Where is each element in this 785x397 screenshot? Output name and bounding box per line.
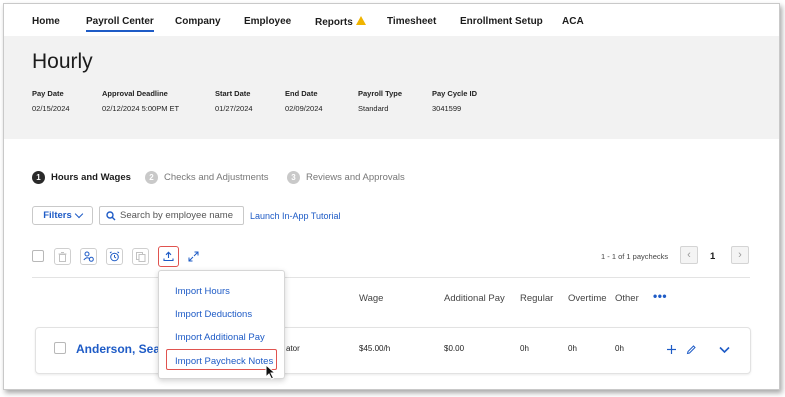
add-icon[interactable] — [666, 340, 677, 358]
previous-page-button[interactable]: ‹ — [680, 246, 698, 264]
menu-item-import-hours[interactable]: Import Hours — [175, 286, 230, 297]
expand-row-chevron-icon[interactable] — [719, 340, 730, 357]
search-icon — [106, 210, 116, 220]
step-number: 3 — [287, 171, 300, 184]
divider — [32, 277, 750, 278]
meta-pay-date: Pay Date 02/15/2024 — [32, 89, 70, 113]
meta-label: Pay Cycle ID — [432, 89, 478, 98]
step-hours-and-wages[interactable]: 1 Hours and Wages — [32, 171, 131, 184]
meta-label: End Date — [285, 89, 318, 98]
additional-pay-cell: $0.00 — [444, 344, 465, 353]
search-box[interactable] — [99, 206, 244, 225]
filters-button[interactable]: Filters — [32, 206, 93, 225]
nav-home[interactable]: Home — [32, 16, 60, 27]
meta-pay-cycle-id: Pay Cycle ID 3041599 — [432, 89, 477, 113]
col-header-regular: Regular — [520, 293, 554, 304]
step-reviews-and-approvals[interactable]: 3 Reviews and Approvals — [287, 171, 405, 184]
nav-reports-label: Reports — [315, 17, 353, 28]
col-header-additional-pay: Additional Pay — [444, 293, 505, 304]
employee-name-link[interactable]: Anderson, Sean — [76, 342, 167, 356]
step-number: 2 — [145, 171, 158, 184]
step-label: Hours and Wages — [51, 172, 131, 183]
nav-company[interactable]: Company — [175, 16, 221, 27]
step-label: Checks and Adjustments — [164, 172, 269, 183]
meta-value: 3041599 — [432, 104, 462, 113]
meta-value: 01/27/2024 — [215, 104, 253, 113]
meta-approval-deadline: Approval Deadline 02/12/2024 5:00PM ET — [102, 89, 179, 113]
app-window: Home Payroll Center Company Employee Rep… — [3, 3, 780, 390]
meta-label: Approval Deadline — [102, 89, 168, 98]
copy-icon[interactable] — [132, 248, 149, 265]
meta-start-date: Start Date 01/27/2024 — [215, 89, 253, 113]
expand-icon[interactable] — [185, 248, 202, 265]
overtime-hours-cell: 0h — [568, 344, 577, 353]
meta-value: 02/15/2024 — [32, 104, 70, 113]
wage-cell: $45.00/h — [359, 344, 391, 353]
meta-value: 02/09/2024 — [285, 104, 323, 113]
warning-icon — [355, 16, 366, 25]
next-page-button[interactable]: › — [731, 246, 749, 264]
nav-enrollment-setup[interactable]: Enrollment Setup — [460, 16, 543, 27]
delete-icon[interactable] — [54, 248, 71, 265]
nav-payroll-center[interactable]: Payroll Center — [86, 16, 154, 32]
other-hours-cell: 0h — [615, 344, 624, 353]
nav-employee[interactable]: Employee — [244, 16, 291, 27]
current-page: 1 — [710, 251, 716, 262]
meta-value: Standard — [358, 104, 389, 113]
regular-hours-cell: 0h — [520, 344, 529, 353]
filters-label: Filters — [43, 210, 72, 221]
menu-item-import-additional-pay[interactable]: Import Additional Pay — [175, 332, 265, 343]
meta-label: Pay Date — [32, 89, 64, 98]
chevron-left-icon: ‹ — [687, 249, 691, 261]
meta-label: Payroll Type — [358, 89, 403, 98]
assign-employee-icon[interactable] — [80, 248, 97, 265]
more-columns-icon[interactable]: ••• — [653, 289, 667, 303]
employee-role-cell: ator — [286, 344, 300, 353]
step-checks-and-adjustments[interactable]: 2 Checks and Adjustments — [145, 171, 269, 184]
step-label: Reviews and Approvals — [306, 172, 405, 183]
meta-end-date: End Date 02/09/2024 — [285, 89, 323, 113]
step-number: 1 — [32, 171, 45, 184]
chevron-right-icon: › — [738, 249, 742, 261]
highlight-box — [166, 349, 277, 370]
upload-icon[interactable] — [158, 246, 179, 267]
row-checkbox[interactable] — [54, 342, 66, 354]
search-input[interactable] — [120, 210, 238, 221]
meta-value: 02/12/2024 5:00PM ET — [102, 104, 180, 113]
top-nav: Home Payroll Center Company Employee Rep… — [4, 4, 779, 36]
pager-summary: 1 - 1 of 1 paychecks — [601, 252, 669, 261]
edit-pencil-icon[interactable] — [686, 340, 697, 358]
chevron-down-icon — [74, 209, 83, 219]
payroll-header: Hourly Pay Date 02/15/2024 Approval Deadl… — [4, 36, 779, 139]
nav-reports[interactable]: Reports — [315, 16, 366, 28]
mouse-cursor-icon — [265, 364, 277, 380]
page-title: Hourly — [32, 50, 93, 73]
select-all-checkbox[interactable] — [32, 250, 44, 262]
launch-tutorial-link[interactable]: Launch In-App Tutorial — [250, 211, 341, 221]
meta-payroll-type: Payroll Type Standard — [358, 89, 402, 113]
col-header-overtime: Overtime — [568, 293, 607, 304]
col-header-wage: Wage — [359, 293, 384, 304]
menu-item-import-deductions[interactable]: Import Deductions — [175, 309, 252, 320]
nav-timesheet[interactable]: Timesheet — [387, 16, 436, 27]
col-header-other: Other — [615, 293, 639, 304]
meta-label: Start Date — [215, 89, 251, 98]
alarm-clock-icon[interactable] — [106, 248, 123, 265]
nav-aca[interactable]: ACA — [562, 16, 584, 27]
